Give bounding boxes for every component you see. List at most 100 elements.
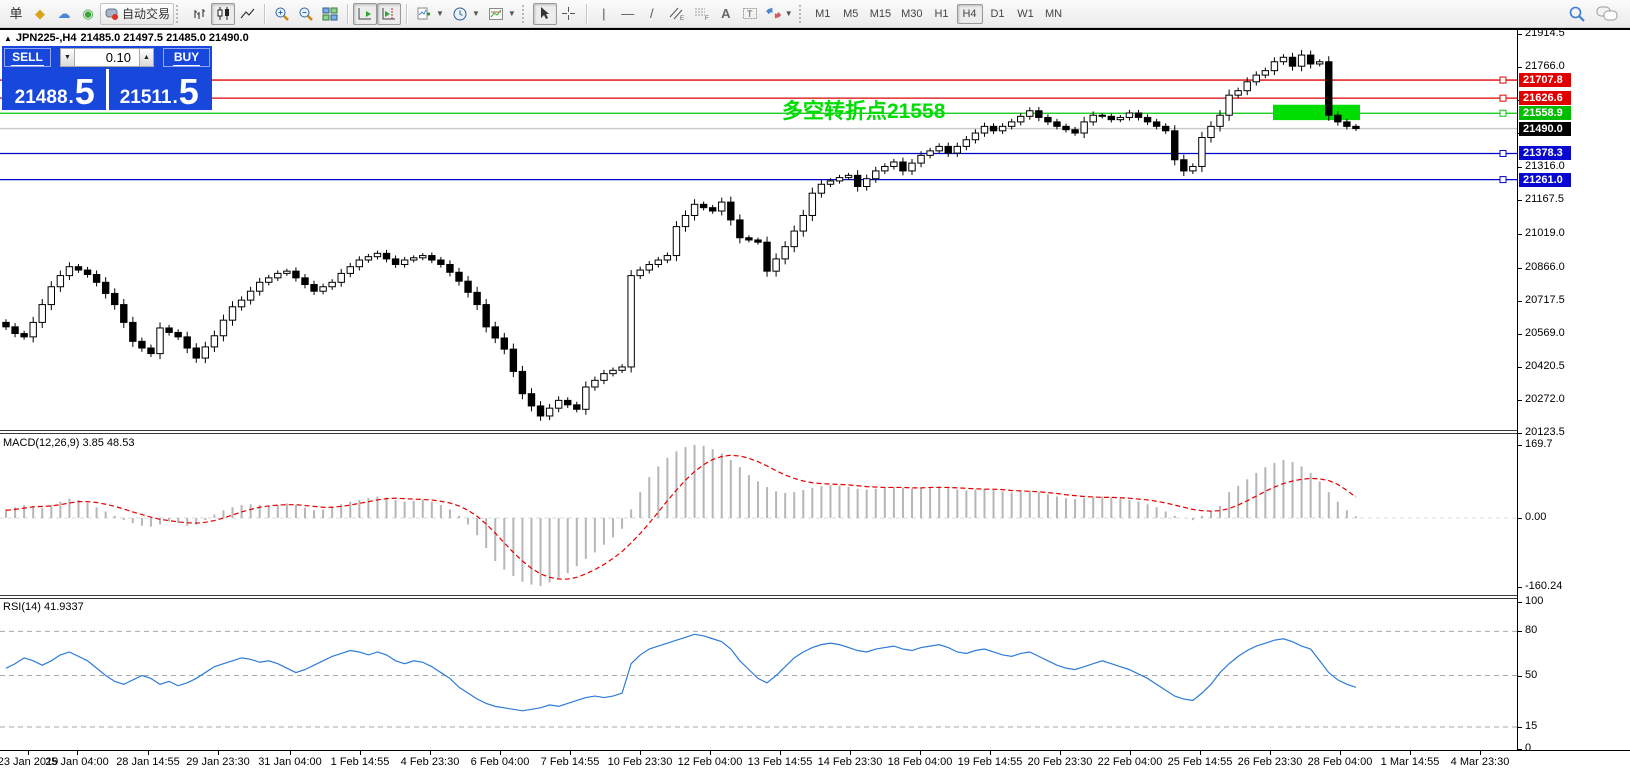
price-scale[interactable]: 21914.521766.021617.521469.021316.021167… [1517, 30, 1630, 754]
auto-scroll-button[interactable] [353, 2, 378, 25]
candle-body [101, 281, 110, 294]
chart-canvas[interactable]: 多空转折点21558 [0, 30, 1517, 750]
time-tick-mark [1270, 751, 1271, 755]
candle-body [509, 348, 518, 372]
time-tick-mark [920, 751, 921, 755]
trendline-tool-button[interactable]: / [640, 3, 664, 25]
price-tick-mark [1518, 233, 1522, 235]
pane-separator-macd[interactable] [0, 430, 1630, 434]
label-tool-button[interactable]: T [738, 3, 762, 25]
price-tick-label: 20569.0 [1525, 326, 1565, 339]
timeframe-button-w1[interactable]: W1 [1013, 4, 1039, 24]
candle-body [745, 237, 753, 241]
candle-body [808, 192, 817, 216]
rsi-tick-mark [1518, 675, 1522, 677]
autotrading-button[interactable]: 自动交易 [100, 2, 175, 25]
pane-separator-rsi[interactable] [0, 595, 1630, 599]
timeframe-button-m5[interactable]: M5 [838, 4, 864, 24]
time-tick-mark [290, 751, 291, 755]
candle-body [165, 327, 173, 333]
line-chart-mode-button[interactable] [235, 3, 259, 25]
candle-body [935, 145, 943, 152]
bar-chart-mode-button[interactable] [187, 3, 211, 25]
candle-body [1062, 125, 1070, 131]
market-watch-icon-button[interactable]: ◆ [28, 3, 52, 25]
auto-scroll-icon [358, 7, 372, 19]
rsi-tick-mark [1518, 726, 1522, 728]
chart-shift-button[interactable] [377, 2, 402, 25]
templates-button[interactable]: ▼ [484, 3, 520, 25]
timeframe-button-h1[interactable]: H1 [929, 4, 955, 24]
cursor-tool-button[interactable] [532, 2, 557, 25]
fibonacci-tool-button[interactable]: F [689, 3, 714, 25]
time-tick-mark [500, 751, 501, 755]
indicators-button[interactable]: ▼ [412, 3, 448, 25]
chart-annotation-text: 多空转折点21558 [782, 99, 946, 123]
collapse-arrow-icon[interactable]: ▲ [4, 34, 12, 43]
candle-body [1171, 130, 1179, 161]
volume-input[interactable]: 0.10 [75, 48, 139, 67]
timeframe-button-m15[interactable]: M15 [866, 4, 895, 24]
sell-button[interactable]: SELL [4, 48, 51, 67]
candle-body [1297, 54, 1306, 67]
sell-button-label: SELL [11, 49, 44, 66]
channel-tool-button[interactable]: E [664, 3, 689, 25]
price-tick-mark [1518, 366, 1522, 368]
arrows-tool-button[interactable]: ▼ [762, 3, 797, 25]
time-tick-mark [710, 751, 711, 755]
time-scale[interactable]: 23 Jan 2019 25 Jan 04:00 28 Jan 14:55 29 Ja… [0, 750, 1630, 775]
candle-body [1007, 121, 1016, 127]
candle-body [835, 177, 844, 182]
timeframe-button-d1[interactable]: D1 [985, 4, 1011, 24]
candlestick-icon [217, 7, 229, 20]
time-tick-mark [1200, 751, 1201, 755]
data-window-icon-button[interactable]: ☁ [52, 3, 76, 25]
tile-windows-button[interactable] [318, 3, 342, 25]
candle-body [265, 277, 273, 283]
candle-body [156, 327, 164, 355]
timeframe-button-mn[interactable]: MN [1041, 4, 1067, 24]
zoom-in-button[interactable] [270, 3, 294, 25]
candle-body [129, 321, 137, 342]
search-icon[interactable] [1568, 5, 1586, 23]
candle-body [192, 347, 200, 359]
time-tick-mark [360, 751, 361, 755]
candle-chart-mode-button[interactable] [211, 2, 236, 25]
time-tick-label: 18 Feb 04:00 [887, 756, 953, 768]
current-price-label: 21490.0 [1519, 121, 1571, 136]
candle-body [1207, 125, 1215, 138]
timeframe-button-h4[interactable]: H4 [956, 3, 983, 24]
cursor-arrow-icon [541, 7, 550, 19]
buy-button[interactable]: BUY [163, 48, 210, 67]
volume-increase-button[interactable]: ▲ [139, 48, 154, 67]
timeframe-button-m1[interactable]: M1 [810, 4, 836, 24]
volume-stepper: ▼ 0.10 ▲ [60, 48, 154, 67]
chat-icon[interactable] [1596, 5, 1618, 23]
timeframe-button-m30[interactable]: M30 [897, 4, 926, 24]
candle-body [1152, 121, 1161, 127]
new-order-button[interactable]: 单 [4, 3, 28, 25]
template-icon [488, 7, 503, 20]
candle-body [1125, 112, 1134, 118]
zoom-out-button[interactable] [294, 3, 318, 25]
horizontal-line-tool-button[interactable]: — [616, 3, 640, 25]
periods-button[interactable]: ▼ [448, 3, 484, 25]
spin-up-icon: ▲ [143, 54, 150, 61]
rsi-indicator-label: RSI(14) 41.9337 [3, 601, 84, 613]
candle-body [337, 272, 345, 283]
candle-body [1243, 81, 1251, 92]
toolbar-separator [347, 3, 349, 24]
volume-decrease-button[interactable]: ▼ [60, 48, 75, 67]
sell-price-display[interactable]: 21488 . 5 [4, 69, 106, 110]
time-tick-mark [850, 751, 851, 755]
text-tool-button[interactable]: A [714, 3, 738, 25]
candle-body [1325, 61, 1333, 116]
vertical-line-tool-button[interactable]: | [592, 3, 616, 25]
text-icon: A [721, 6, 731, 21]
signals-icon-button[interactable]: ◉ [76, 3, 100, 25]
buy-price-display[interactable]: 21511 . 5 [108, 69, 210, 110]
time-tick-mark [1480, 751, 1481, 755]
crosshair-tool-button[interactable] [557, 3, 581, 25]
sell-price-dot: . [68, 87, 74, 108]
candle-body [645, 263, 653, 271]
